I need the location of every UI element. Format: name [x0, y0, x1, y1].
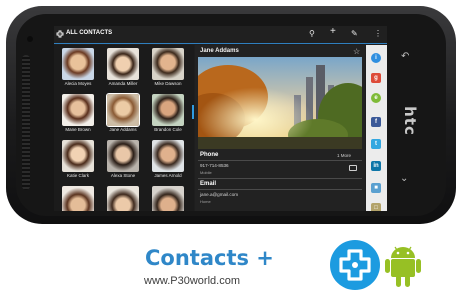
contacts-grid: Alecia Moyes Amanda Miller Mike Dawson M… [54, 45, 194, 211]
contact-tile[interactable] [58, 184, 98, 211]
htc-logo-icon: htc [400, 106, 419, 136]
evernote-icon[interactable]: e [371, 93, 381, 103]
avatar [62, 48, 94, 80]
android-logo-icon [385, 246, 421, 287]
info-icon[interactable]: i [371, 53, 381, 63]
contact-tile[interactable] [103, 184, 143, 211]
linkedin-icon[interactable]: in [371, 161, 381, 171]
message-icon[interactable] [349, 165, 357, 171]
contact-name: Mike Dawson [154, 81, 182, 86]
email-section-title: Email [200, 181, 217, 187]
contact-detail-panel: Jane Addams ☆ Phone 1 More 917-714-8536 … [195, 45, 365, 211]
contact-tile[interactable]: Katie Clark [58, 138, 98, 183]
contact-tile[interactable] [148, 184, 188, 211]
email-address[interactable]: jane.a@gmail.com [200, 192, 238, 197]
front-camera-icon [27, 36, 33, 42]
email-type: Home [200, 199, 211, 204]
avatar [62, 94, 94, 126]
contact-tile[interactable]: Brandon Cole [148, 92, 188, 137]
section-divider [198, 160, 362, 161]
avatar [106, 93, 140, 127]
contact-name: Alecia Moyes [64, 81, 92, 86]
screenshot-canvas: ↶ htc ⌄ ALL CONTACTS ⚲ + ✎ ⋮ Alecia Moye… [0, 0, 460, 300]
avatar [152, 140, 184, 172]
phone-section-title: Phone [200, 152, 219, 158]
google-plus-icon[interactable]: g [371, 73, 381, 83]
avatar [62, 140, 94, 172]
search-icon[interactable]: ⚲ [309, 29, 315, 39]
contact-tile[interactable]: Amanda Miller [103, 46, 143, 91]
contacts-plus-app-icon [330, 240, 380, 290]
add-icon[interactable]: + [330, 27, 336, 37]
speaker-grille-icon [22, 55, 30, 190]
avatar [107, 48, 139, 80]
photos-icon[interactable]: ■ [371, 183, 381, 193]
overflow-menu-icon[interactable]: ⋮ [374, 29, 382, 39]
avatar [152, 94, 184, 126]
contact-tile[interactable]: Mane Brown [58, 92, 98, 137]
box-icon[interactable]: □ [371, 203, 381, 211]
scrollbar[interactable] [192, 105, 194, 119]
contact-name: Jane Addams [109, 127, 137, 132]
contact-name: Alexa Stone [110, 173, 136, 178]
phone-screen: ALL CONTACTS ⚲ + ✎ ⋮ Alecia Moyes Amanda… [54, 26, 387, 211]
detail-contact-name: Jane Addams [200, 48, 239, 54]
avatar [107, 140, 139, 172]
back-button[interactable]: ↶ [401, 51, 409, 62]
contact-name: Brandon Cole [154, 127, 182, 132]
contact-cover-photo [198, 57, 362, 149]
social-sidebar: i g e f t in ■ □ [366, 45, 387, 211]
contact-name: Katie Clark [66, 173, 89, 178]
website-url[interactable]: www.P30world.com [144, 275, 240, 287]
facebook-icon[interactable]: f [371, 117, 381, 127]
section-divider [198, 189, 362, 190]
avatar [62, 186, 94, 211]
contact-name: Mane Brown [65, 127, 91, 132]
contact-tile[interactable]: Alecia Moyes [58, 46, 98, 91]
app-title: Contacts + [145, 246, 274, 270]
favorite-star-icon[interactable]: ☆ [353, 47, 360, 56]
phone-number[interactable]: 917-714-8536 [200, 163, 229, 168]
home-button[interactable]: ⌄ [400, 173, 408, 184]
contact-tile[interactable]: Alexa Stone [103, 138, 143, 183]
phone-type: Mobile [200, 170, 212, 175]
contacts-plus-logo-icon[interactable] [56, 30, 64, 38]
avatar [152, 48, 184, 80]
page-title[interactable]: ALL CONTACTS [66, 30, 112, 36]
more-phones-dropdown[interactable]: 1 More [337, 153, 351, 158]
avatar [107, 186, 139, 211]
section-divider [198, 178, 362, 179]
contact-name: James Arnold [154, 173, 182, 178]
contact-tile[interactable]: James Arnold [148, 138, 188, 183]
contact-name: Amanda Miller [108, 81, 138, 86]
edit-icon[interactable]: ✎ [351, 29, 358, 39]
avatar [152, 186, 184, 211]
twitter-icon[interactable]: t [371, 139, 381, 149]
contact-tile[interactable]: Mike Dawson [148, 46, 188, 91]
contact-tile-selected[interactable]: Jane Addams [103, 92, 143, 137]
action-bar: ALL CONTACTS ⚲ + ✎ ⋮ [54, 26, 387, 44]
